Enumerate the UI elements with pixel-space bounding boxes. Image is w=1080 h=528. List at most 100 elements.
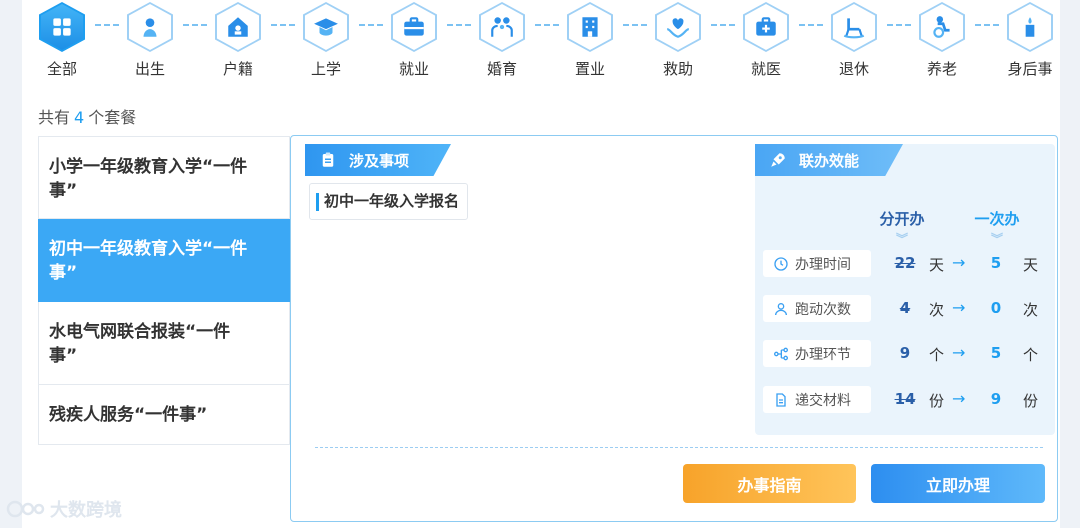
metric-label: 办理时间 bbox=[795, 256, 851, 273]
metric-chip: 递交材料 bbox=[763, 386, 871, 413]
metric-before: 9 bbox=[899, 344, 911, 362]
item-tag[interactable]: 初中一年级入学报名 bbox=[309, 183, 469, 220]
metric-chip: 办理环节 bbox=[763, 340, 871, 367]
category-employment[interactable]: 就业 bbox=[379, 2, 449, 79]
metric-unit: 个 bbox=[929, 346, 945, 364]
category-household[interactable]: 户籍 bbox=[203, 2, 273, 79]
arrow-right-icon: → bbox=[952, 298, 966, 317]
category-property[interactable]: 置业 bbox=[555, 2, 625, 79]
category-retirement[interactable]: 退休 bbox=[819, 2, 889, 79]
flow-icon bbox=[774, 347, 788, 360]
package-item-active[interactable]: 初中一年级教育入学“一件事” bbox=[38, 219, 290, 302]
metric-row-materials: 递交材料 14 份 → 9 份 bbox=[755, 384, 1055, 414]
arrow-right-icon: → bbox=[952, 343, 966, 362]
package-item[interactable]: 残疾人服务“一件事” bbox=[38, 385, 290, 445]
metric-before: 14 bbox=[894, 390, 916, 408]
package-item[interactable]: 水电气网联合报装“一件事” bbox=[38, 302, 290, 385]
category-elderly-care[interactable]: 养老 bbox=[907, 2, 977, 79]
package-list: 小学一年级教育入学“一件事” 初中一年级教育入学“一件事” 水电气网联合报装“一… bbox=[38, 136, 290, 445]
briefcase-icon bbox=[404, 17, 424, 36]
package-detail-panel: 涉及事项 初中一年级入学报名 联办效能 分开办 ︾ 一次办 ︾ 办理时间 22 … bbox=[290, 135, 1058, 522]
category-label: 置业 bbox=[574, 60, 605, 78]
metric-label: 办理环节 bbox=[795, 346, 851, 363]
rocket-icon bbox=[771, 153, 785, 167]
category-label: 退休 bbox=[838, 60, 869, 78]
category-label: 身后事 bbox=[1007, 60, 1053, 78]
efficiency-heading-label: 联办效能 bbox=[799, 151, 860, 170]
grid-icon bbox=[53, 18, 71, 36]
category-label: 就业 bbox=[398, 60, 429, 78]
column-once: 一次办 ︾ bbox=[962, 208, 1032, 246]
category-label: 婚育 bbox=[486, 60, 517, 78]
count-suffix: 个套餐 bbox=[88, 108, 137, 127]
watermark-logo-icon bbox=[6, 500, 45, 518]
guide-button[interactable]: 办事指南 bbox=[683, 464, 856, 503]
items-heading-label: 涉及事项 bbox=[349, 151, 410, 170]
items-heading: 涉及事项 bbox=[305, 144, 451, 176]
efficiency-box: 联办效能 分开办 ︾ 一次办 ︾ 办理时间 22 天 → 5 天 跑动次数 4 … bbox=[755, 144, 1055, 435]
category-label: 就医 bbox=[750, 60, 781, 78]
watermark: 大数跨境 bbox=[6, 496, 122, 522]
metric-after: 9 bbox=[990, 390, 1002, 408]
chevron-down-icon: ︾ bbox=[895, 232, 908, 246]
package-count: 共有 4 个套餐 bbox=[38, 104, 136, 128]
category-label: 救助 bbox=[662, 60, 693, 78]
elderly-care-icon bbox=[933, 16, 950, 38]
building-icon bbox=[582, 17, 598, 37]
candle-icon bbox=[1025, 17, 1035, 37]
arrow-right-icon: → bbox=[952, 253, 966, 272]
category-all[interactable]: 全部 bbox=[27, 2, 97, 79]
metric-chip: 办理时间 bbox=[763, 250, 871, 277]
metric-unit: 份 bbox=[1023, 392, 1039, 410]
metric-after: 5 bbox=[990, 254, 1002, 272]
metric-unit: 份 bbox=[929, 392, 945, 410]
metric-unit: 天 bbox=[1023, 256, 1039, 274]
category-funeral[interactable]: 身后事 bbox=[995, 2, 1065, 79]
metric-row-time: 办理时间 22 天 → 5 天 bbox=[755, 248, 1055, 278]
metric-unit: 天 bbox=[929, 256, 945, 274]
metric-after: 5 bbox=[990, 344, 1002, 362]
category-nav: 全部 出生 户籍 上学 就业 婚育 置业 救助 就医 退休 养老 身后事 bbox=[22, 0, 1060, 90]
metric-row-steps: 办理环节 9 个 → 5 个 bbox=[755, 338, 1055, 368]
helping-hand-icon bbox=[666, 18, 690, 38]
category-label: 全部 bbox=[46, 60, 77, 78]
metric-label: 跑动次数 bbox=[795, 301, 851, 318]
metric-before: 22 bbox=[894, 254, 916, 272]
metric-unit: 次 bbox=[1023, 301, 1039, 319]
category-label: 上学 bbox=[310, 60, 341, 78]
person-icon bbox=[775, 302, 787, 315]
metric-label: 递交材料 bbox=[795, 392, 851, 409]
metric-unit: 个 bbox=[1023, 346, 1039, 364]
category-label: 户籍 bbox=[222, 60, 253, 78]
chevron-down-icon: ︾ bbox=[990, 232, 1003, 246]
package-item[interactable]: 小学一年级教育入学“一件事” bbox=[38, 136, 290, 219]
column-once-label: 一次办 bbox=[974, 210, 1020, 228]
family-icon bbox=[491, 17, 513, 37]
category-marriage[interactable]: 婚育 bbox=[467, 2, 537, 79]
graduation-cap-icon bbox=[314, 18, 338, 36]
page: 全部 出生 户籍 上学 就业 婚育 置业 救助 就医 退休 养老 身后事 共有 … bbox=[22, 0, 1060, 528]
watermark-text: 大数跨境 bbox=[50, 500, 122, 521]
household-icon bbox=[228, 17, 248, 37]
category-birth[interactable]: 出生 bbox=[115, 2, 185, 79]
column-separate: 分开办 ︾ bbox=[867, 208, 937, 246]
category-school[interactable]: 上学 bbox=[291, 2, 361, 79]
apply-button[interactable]: 立即办理 bbox=[871, 464, 1045, 503]
metric-chip: 跑动次数 bbox=[763, 295, 871, 322]
divider bbox=[315, 447, 1043, 448]
clipboard-icon bbox=[322, 152, 334, 167]
medical-kit-icon bbox=[756, 17, 776, 36]
metric-after: 0 bbox=[990, 299, 1002, 317]
baby-icon bbox=[143, 18, 157, 37]
efficiency-heading: 联办效能 bbox=[755, 144, 903, 176]
category-label: 养老 bbox=[926, 60, 957, 78]
column-separate-label: 分开办 bbox=[879, 210, 925, 228]
rocking-chair-icon bbox=[843, 18, 865, 39]
clock-icon bbox=[774, 256, 788, 271]
category-assistance[interactable]: 救助 bbox=[643, 2, 713, 79]
arrow-right-icon: → bbox=[952, 389, 966, 408]
metric-unit: 次 bbox=[929, 301, 945, 319]
metric-before: 4 bbox=[899, 299, 911, 317]
metric-row-trips: 跑动次数 4 次 → 0 次 bbox=[755, 293, 1055, 323]
category-medical[interactable]: 就医 bbox=[731, 2, 801, 79]
